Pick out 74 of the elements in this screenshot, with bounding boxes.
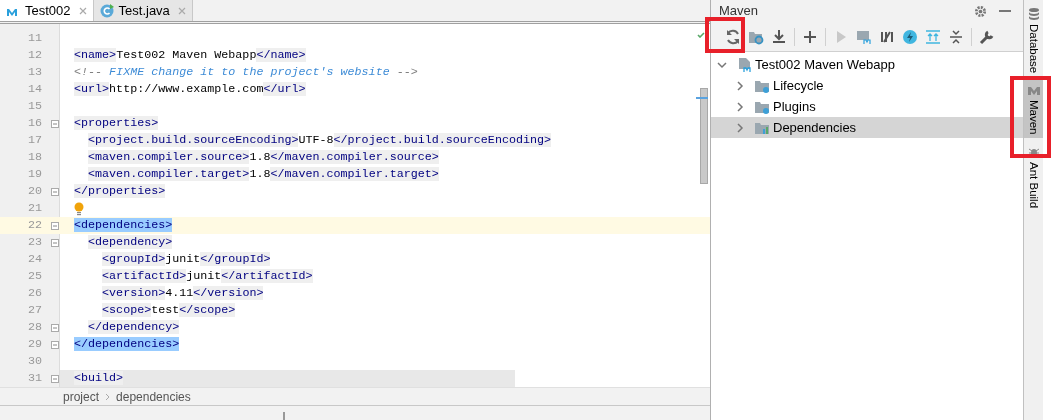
- code-line: <name>Test002 Maven Webapp</name>: [73, 46, 306, 64]
- code-line: <version>4.11</version>: [101, 284, 264, 302]
- collapse-chevron-icon[interactable]: [735, 122, 745, 133]
- code-line: <url>http://www.example.com</url>: [73, 80, 306, 98]
- close-icon[interactable]: [177, 6, 186, 15]
- fold-icon[interactable]: [51, 187, 59, 196]
- download-icon[interactable]: [771, 28, 787, 45]
- settings-icon[interactable]: [974, 4, 987, 18]
- collapse-chevron-icon[interactable]: [735, 80, 745, 91]
- code-line: <maven.compiler.target>1.8</maven.compiler.target>: [87, 165, 439, 183]
- fold-icon[interactable]: [51, 221, 59, 230]
- collapse-icon[interactable]: [948, 28, 964, 45]
- lightbulb-icon[interactable]: [74, 201, 85, 216]
- fold-icon[interactable]: [51, 119, 59, 128]
- line-number: 21: [26, 199, 43, 217]
- lightning-icon[interactable]: [902, 28, 918, 45]
- panel-title: Maven: [719, 2, 759, 21]
- editor-tab[interactable]: Test.java: [92, 0, 193, 21]
- highlight-frame: [705, 17, 745, 53]
- fold-icon[interactable]: [51, 340, 59, 349]
- line-number: 25: [26, 267, 43, 285]
- line-number: 13: [26, 63, 43, 81]
- line-number: 24: [26, 250, 43, 268]
- line-number: 16: [26, 114, 43, 132]
- fold-icon[interactable]: [51, 374, 59, 383]
- scrollbar-thumb[interactable]: [700, 88, 708, 184]
- fold-icon[interactable]: [51, 323, 59, 332]
- show-dependencies-icon[interactable]: [925, 28, 941, 45]
- line-number: 29: [26, 335, 43, 353]
- reload-icon[interactable]: [725, 28, 741, 45]
- maven-project-icon: [736, 56, 752, 73]
- breadcrumb[interactable]: project: [63, 387, 100, 406]
- line-number: 30: [26, 352, 43, 370]
- line-number: 22: [26, 216, 43, 234]
- tree-item[interactable]: Dependencies: [711, 117, 1023, 138]
- tree-item[interactable]: Test002 Maven Webapp: [711, 54, 1023, 75]
- code-line: <maven.compiler.source>1.8</maven.compiler.source>: [87, 148, 439, 166]
- collapse-chevron-icon[interactable]: [735, 101, 745, 112]
- tree-item[interactable]: Plugins: [711, 96, 1023, 117]
- editor-tab[interactable]: Test002: [0, 0, 93, 21]
- line-number: 11: [26, 29, 43, 47]
- line-number: 31: [26, 369, 43, 387]
- line-number: 18: [26, 148, 43, 166]
- side-tab[interactable]: Database: [1024, 4, 1043, 77]
- chevron-icon: [105, 392, 111, 401]
- class-icon: [99, 3, 115, 18]
- line-number: 28: [26, 318, 43, 336]
- tree-item[interactable]: Lifecycle: [711, 75, 1023, 96]
- code-line: <project.build.sourceEncoding>UTF-8</project.build.sourceEncoding>: [87, 131, 551, 149]
- line-number: 17: [26, 131, 43, 149]
- line-number: 15: [26, 97, 43, 115]
- line-number: 14: [26, 80, 43, 98]
- plus-icon[interactable]: [802, 28, 818, 45]
- line-number: 19: [26, 165, 43, 183]
- wrench-icon[interactable]: [979, 28, 995, 45]
- code-line: <artifactId>junit</artifactId>: [101, 267, 313, 285]
- maven-goal-icon[interactable]: [856, 28, 872, 45]
- expand-chevron-icon[interactable]: [717, 59, 727, 70]
- line-number: 23: [26, 233, 43, 251]
- check-icon: [697, 32, 705, 38]
- code-line: <scope>test</scope>: [101, 301, 236, 319]
- line-number: 12: [26, 46, 43, 64]
- close-icon[interactable]: [78, 6, 87, 15]
- line-number: 20: [26, 182, 43, 200]
- side-tab[interactable]: Ant Build: [1024, 141, 1043, 211]
- line-number: 26: [26, 284, 43, 302]
- code-line: <!-- FIXME change it to the project's website -->: [73, 63, 418, 81]
- change-marker: [696, 97, 708, 99]
- fold-icon[interactable]: [51, 238, 59, 247]
- code-line: <groupId>junit</groupId>: [101, 250, 271, 268]
- breadcrumb[interactable]: dependencies: [116, 387, 191, 406]
- side-tab[interactable]: Maven: [1024, 80, 1043, 138]
- database-icon: [1027, 7, 1040, 21]
- line-number: 27: [26, 301, 43, 319]
